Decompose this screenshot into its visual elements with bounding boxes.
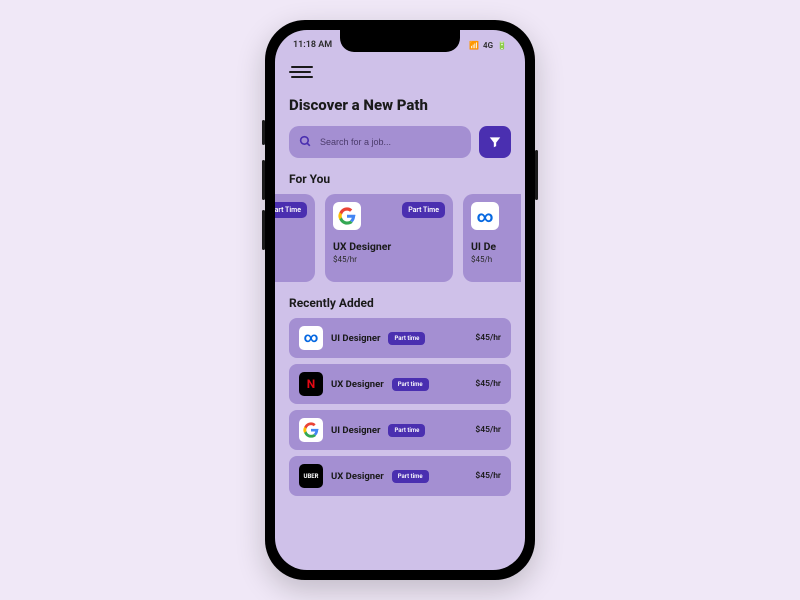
section-title-recent: Recently Added — [289, 296, 511, 310]
recent-list: ∞ UI Designer Part time $45/hr N UX Desi… — [289, 318, 511, 496]
badge: Part time — [388, 424, 425, 437]
job-card[interactable]: Part Time UX Designer $45/hr — [325, 194, 453, 282]
job-title: UI Designer — [331, 425, 380, 436]
uber-icon: UBER — [303, 473, 318, 480]
list-item[interactable]: UI Designer Part time $45/hr — [289, 410, 511, 450]
side-button — [262, 120, 265, 145]
badge: Part Time — [275, 202, 307, 218]
job-title: UI De — [471, 240, 513, 253]
side-button — [262, 160, 265, 200]
job-rate: $45/hr — [475, 333, 501, 343]
section-title-foryou: For You — [289, 172, 511, 186]
filter-button[interactable] — [479, 126, 511, 158]
job-card[interactable]: Part Time — [275, 194, 315, 282]
side-button — [535, 150, 538, 200]
badge: Part time — [392, 378, 429, 391]
list-item[interactable]: ∞ UI Designer Part time $45/hr — [289, 318, 511, 358]
badge: Part Time — [402, 202, 445, 218]
badge: Part time — [392, 470, 429, 483]
job-title: UX Designer — [333, 240, 445, 253]
job-title: UX Designer — [331, 379, 384, 390]
status-time: 11:18 AM — [293, 40, 332, 50]
company-logo: ∞ — [471, 202, 499, 230]
netflix-icon: N — [307, 377, 315, 391]
job-title: UI Designer — [331, 333, 380, 344]
job-title: UX Designer — [331, 471, 384, 482]
phone-frame: 11:18 AM 📶 4G 🔋 Discover a New Path — [265, 20, 535, 580]
search-icon — [299, 133, 312, 152]
list-item[interactable]: N UX Designer Part time $45/hr — [289, 364, 511, 404]
job-rate: $45/hr — [333, 255, 445, 264]
meta-icon: ∞ — [477, 207, 494, 226]
company-logo: UBER — [299, 464, 323, 488]
job-card[interactable]: ∞ UI De $45/h — [463, 194, 521, 282]
page-title: Discover a New Path — [289, 96, 511, 114]
notch — [340, 30, 460, 52]
job-rate: $45/hr — [475, 471, 501, 481]
google-icon — [338, 207, 356, 225]
company-logo: ∞ — [299, 326, 323, 350]
job-rate: $45/hr — [475, 379, 501, 389]
company-logo — [333, 202, 361, 230]
side-button — [262, 210, 265, 250]
google-icon — [303, 422, 319, 438]
company-logo — [299, 418, 323, 442]
job-rate: $45/hr — [475, 425, 501, 435]
signal-icon: 📶 — [469, 41, 479, 50]
search-box[interactable] — [289, 126, 471, 158]
screen: 11:18 AM 📶 4G 🔋 Discover a New Path — [275, 30, 525, 570]
signal-label: 4G — [483, 41, 493, 50]
badge: Part time — [388, 332, 425, 345]
filter-icon — [488, 135, 502, 149]
battery-icon: 🔋 — [497, 41, 507, 50]
menu-button[interactable] — [289, 62, 313, 82]
job-rate: $45/h — [471, 255, 513, 264]
meta-icon: ∞ — [304, 330, 319, 346]
search-input[interactable] — [320, 137, 461, 147]
for-you-carousel[interactable]: Part Time Part Time UX Designer $45/hr ∞ — [275, 194, 525, 282]
list-item[interactable]: UBER UX Designer Part time $45/hr — [289, 456, 511, 496]
company-logo: N — [299, 372, 323, 396]
